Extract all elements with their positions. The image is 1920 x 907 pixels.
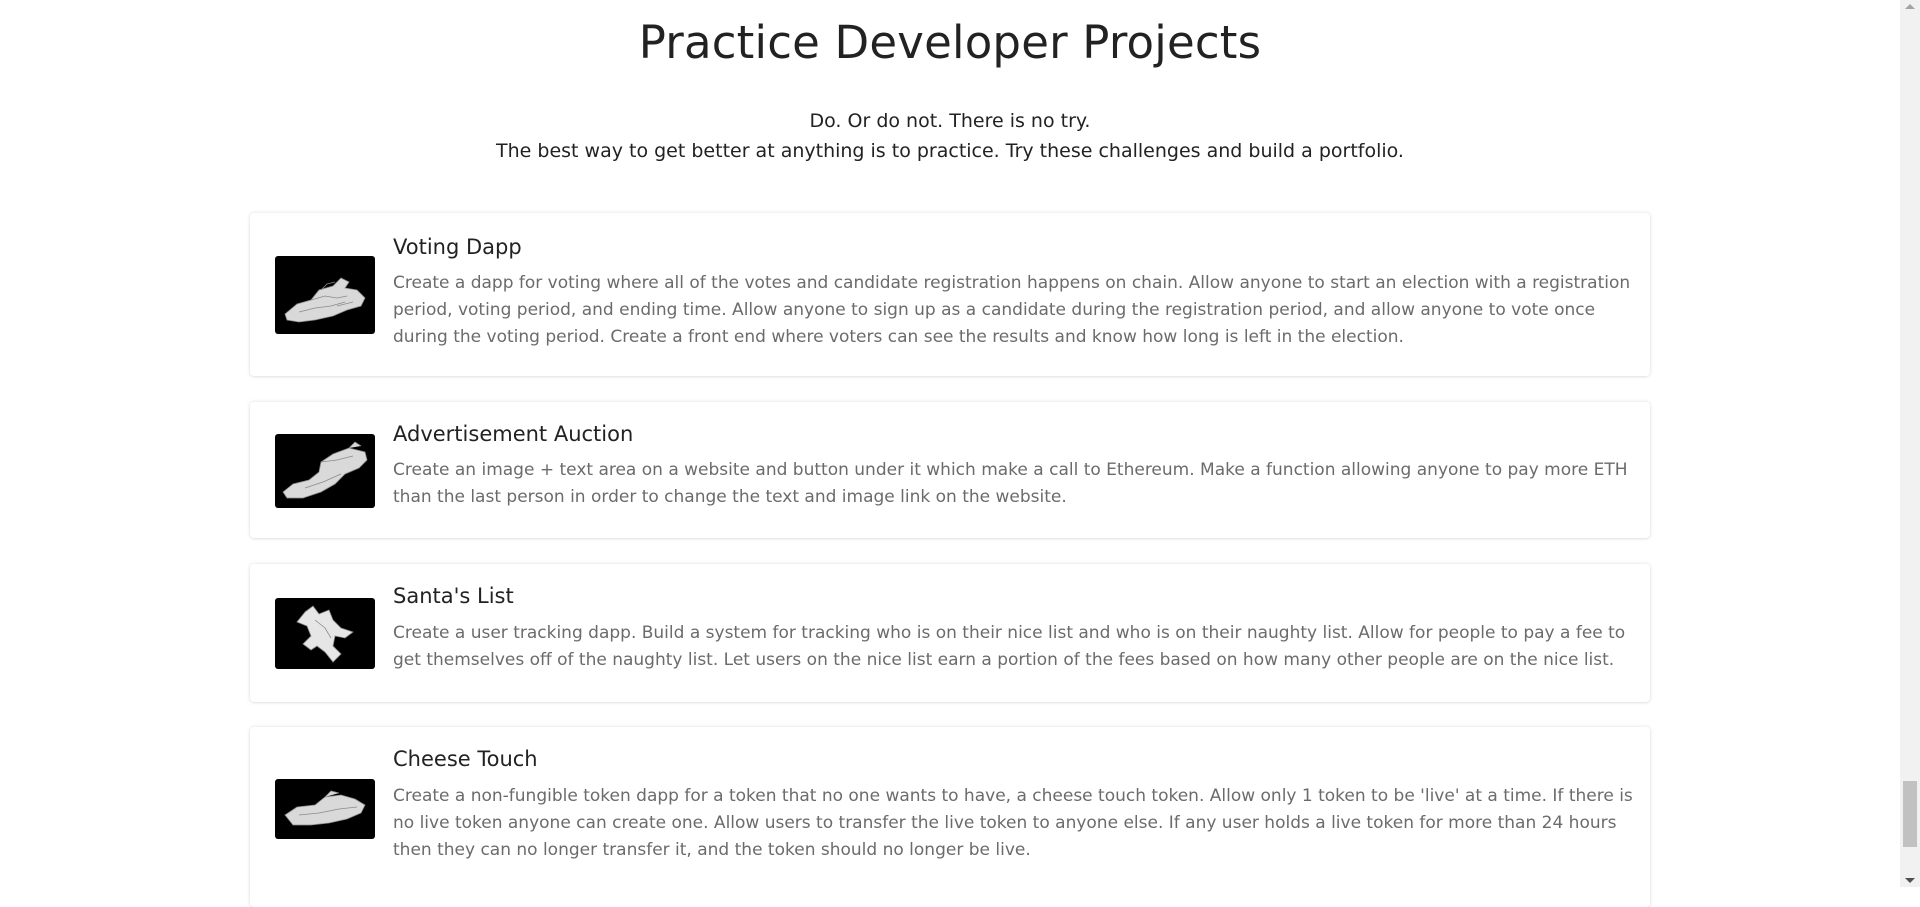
project-title: Santa's List: [393, 584, 514, 608]
spaceship-icon: [282, 441, 368, 499]
project-title: Voting Dapp: [393, 235, 522, 259]
project-thumbnail: [275, 256, 375, 334]
project-title: Advertisement Auction: [393, 422, 634, 446]
project-card-santas-list[interactable]: Santa's List Create a user tracking dapp…: [250, 564, 1650, 702]
scroll-up-arrow-icon[interactable]: [1905, 4, 1915, 9]
page-subtitle-quote: Do. Or do not. There is no try.: [809, 110, 1091, 132]
project-thumbnail: [275, 598, 375, 669]
project-card-voting-dapp[interactable]: Voting Dapp Create a dapp for voting whe…: [250, 213, 1650, 376]
spaceship-icon: [284, 277, 366, 323]
project-card-advertisement-auction[interactable]: Advertisement Auction Create an image + …: [250, 402, 1650, 538]
project-description: Create a user tracking dapp. Build a sys…: [393, 623, 1626, 670]
page-subtitle-description: The best way to get better at anything i…: [496, 140, 1404, 162]
spaceship-icon: [284, 790, 366, 826]
scrollbar-thumb[interactable]: [1903, 781, 1917, 847]
project-description: Create a dapp for voting where all of th…: [393, 273, 1631, 347]
project-thumbnail: [275, 434, 375, 508]
vertical-scrollbar[interactable]: [1900, 0, 1920, 887]
page-content: Practice Developer Projects Do. Or do no…: [0, 0, 1900, 907]
project-description: Create an image + text area on a website…: [393, 460, 1628, 507]
project-title: Cheese Touch: [393, 747, 538, 771]
page-title: Practice Developer Projects: [638, 16, 1262, 69]
project-card-cheese-touch[interactable]: Cheese Touch Create a non-fungible token…: [250, 727, 1650, 907]
scroll-down-arrow-icon[interactable]: [1905, 878, 1915, 883]
project-description: Create a non-fungible token dapp for a t…: [393, 786, 1633, 860]
project-thumbnail: [275, 779, 375, 839]
spaceship-icon: [296, 605, 354, 663]
